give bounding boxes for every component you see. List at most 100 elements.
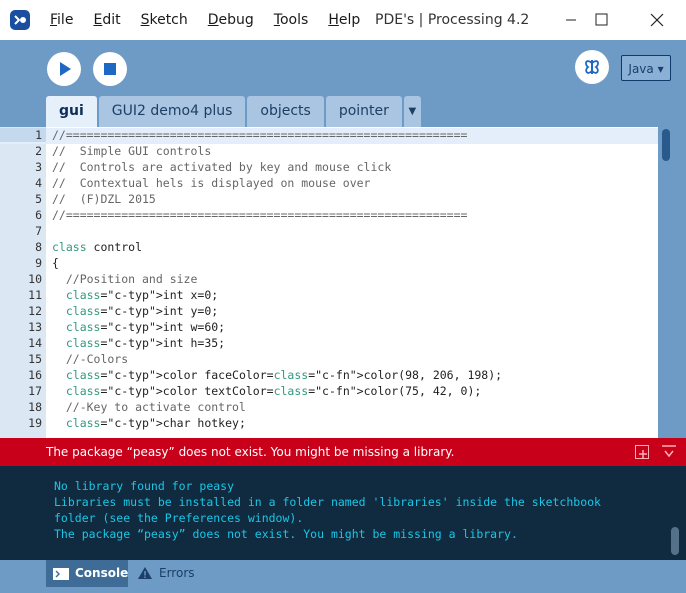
line-number: 4 xyxy=(35,176,42,190)
code-text: // (F)DZL 2015 xyxy=(52,192,156,206)
editor-scrollbar[interactable] xyxy=(658,127,686,438)
line-number: 13 xyxy=(28,320,42,334)
code-text: class="c-typ">color faceColor=class="c-f… xyxy=(65,368,503,382)
error-message: The package “peasy” does not exist. You … xyxy=(46,445,455,459)
code-text: //-Colors xyxy=(52,352,129,366)
code-line[interactable]: 4 // Contextual hels is displayed on mous… xyxy=(0,176,658,192)
tab-objects[interactable]: objects xyxy=(247,96,324,127)
errors-tab[interactable]: Errors xyxy=(137,560,207,587)
menu-label: dit xyxy=(102,12,121,28)
code-text: { xyxy=(52,256,59,270)
errors-tab-label: Errors xyxy=(159,566,195,580)
console-line: No library found for peasy xyxy=(54,479,235,493)
line-number: 11 xyxy=(28,288,42,302)
play-icon xyxy=(60,62,71,76)
code-line[interactable]: 12 class="c-typ">int y=0; xyxy=(0,304,658,320)
menu-bar: File Edit Sketch Debug Tools Help xyxy=(40,0,370,40)
code-line[interactable]: 3 // Controls are activated by key and mo… xyxy=(0,160,658,176)
code-line[interactable]: 13 class="c-typ">int w=60; xyxy=(0,320,658,336)
code-line[interactable]: 19 class="c-typ">char hotkey; xyxy=(0,416,658,432)
code-text: //-Key to activate control xyxy=(52,400,246,414)
run-button[interactable] xyxy=(47,52,81,86)
mode-selector[interactable]: Java ▾ xyxy=(621,55,671,81)
code-line[interactable]: 18 //-Key to activate control xyxy=(0,400,658,416)
code-line[interactable]: 2 // Simple GUI controls xyxy=(0,144,658,160)
menu-item-edit[interactable]: Edit xyxy=(88,0,125,40)
line-number: 6 xyxy=(35,208,42,222)
code-text: class="c-typ">int w=60; xyxy=(65,320,226,334)
line-number: 18 xyxy=(28,400,42,414)
code-text: //Position and size xyxy=(52,272,198,286)
stop-icon xyxy=(104,63,116,75)
code-line[interactable]: 7 xyxy=(0,224,658,240)
editor-scroll-thumb[interactable] xyxy=(662,129,670,161)
line-number: 8 xyxy=(35,240,42,254)
tab-menu-arrow-icon[interactable]: ▼ xyxy=(403,96,421,127)
code-line[interactable]: 11 class="c-typ">int x=0; xyxy=(0,288,658,304)
code-line[interactable]: 1 //=====================================… xyxy=(0,128,658,144)
menu-item-help[interactable]: Help xyxy=(323,0,365,40)
maximize-button[interactable] xyxy=(579,0,625,40)
tab-pointer[interactable]: pointer xyxy=(325,96,402,127)
code-line[interactable]: 17 class="c-typ">color textColor=class="… xyxy=(0,384,658,400)
code-line[interactable]: 14 class="c-typ">int h=35; xyxy=(0,336,658,352)
stop-button[interactable] xyxy=(93,52,127,86)
line-number: 12 xyxy=(28,304,42,318)
copy-error-icon[interactable] xyxy=(635,445,649,459)
console-panel[interactable]: No library found for peasy Libraries mus… xyxy=(0,466,686,560)
code-text: class control xyxy=(52,240,143,254)
debug-button[interactable] xyxy=(575,50,609,84)
code-line[interactable]: 5 // (F)DZL 2015 xyxy=(0,192,658,208)
close-button[interactable] xyxy=(634,0,680,40)
menu-label: ile xyxy=(57,12,74,28)
warning-icon xyxy=(138,567,152,579)
code-line[interactable]: 10 //Position and size xyxy=(0,272,658,288)
menu-item-file[interactable]: File xyxy=(45,0,78,40)
menu-item-sketch[interactable]: Sketch xyxy=(136,0,193,40)
menu-label: ketch xyxy=(149,12,188,28)
code-text: class="c-typ">int y=0; xyxy=(65,304,219,318)
menu-item-tools[interactable]: Tools xyxy=(269,0,314,40)
menu-mnemonic: H xyxy=(328,12,339,28)
line-number: 14 xyxy=(28,336,42,350)
code-text: class="c-typ">int x=0; xyxy=(65,288,219,302)
code-text: // Simple GUI controls xyxy=(52,144,212,158)
menu-item-debug[interactable]: Debug xyxy=(203,0,259,40)
code-text: class="c-typ">int h=35; xyxy=(65,336,226,350)
code-line[interactable]: 16 class="c-typ">color faceColor=class="… xyxy=(0,368,658,384)
code-editor[interactable]: 1 //=====================================… xyxy=(0,127,658,438)
menu-mnemonic: E xyxy=(93,12,103,28)
line-number: 2 xyxy=(35,144,42,158)
code-line[interactable]: 9{ xyxy=(0,256,658,272)
line-number: 5 xyxy=(35,192,42,206)
code-text: //======================================… xyxy=(52,128,468,142)
code-line[interactable]: 15 //-Colors xyxy=(0,352,658,368)
line-number: 9 xyxy=(35,256,42,270)
console-tab[interactable]: Console xyxy=(46,560,128,587)
console-line: Libraries must be installed in a folder … xyxy=(54,495,601,509)
code-line[interactable]: 8 class control xyxy=(0,240,658,256)
line-number: 16 xyxy=(28,368,42,382)
code-text: class="c-typ">color textColor=class="c-f… xyxy=(65,384,482,398)
tab-gui2-demo4-plus[interactable]: GUI2 demo4 plus xyxy=(98,96,246,127)
menu-mnemonic: D xyxy=(207,12,219,28)
console-line: folder (see the Preferences window). xyxy=(54,511,304,525)
console-scroll-thumb[interactable] xyxy=(671,527,679,555)
line-number: 10 xyxy=(28,272,42,286)
sketch-tabs: gui GUI2 demo4 plus objects pointer ▼ xyxy=(46,96,423,127)
code-line[interactable]: 6 //=====================================… xyxy=(0,208,658,224)
terminal-icon xyxy=(53,568,69,580)
menu-mnemonic: F xyxy=(50,12,58,28)
code-text: // Controls are activated by key and mou… xyxy=(52,160,392,174)
title-bar: File Edit Sketch Debug Tools Help PDE's | Pro… xyxy=(0,0,686,40)
collapse-console-icon[interactable] xyxy=(660,444,678,460)
line-number: 15 xyxy=(28,352,42,366)
line-number: 17 xyxy=(28,384,42,398)
code-text: class="c-typ">char hotkey; xyxy=(65,416,246,430)
menu-label: ools xyxy=(279,12,309,28)
tab-gui[interactable]: gui xyxy=(46,96,97,127)
console-line: The package “peasy” does not exist. You … xyxy=(54,527,518,541)
line-number: 7 xyxy=(35,224,42,238)
line-number: 3 xyxy=(35,160,42,174)
code-text: //======================================… xyxy=(52,208,468,222)
